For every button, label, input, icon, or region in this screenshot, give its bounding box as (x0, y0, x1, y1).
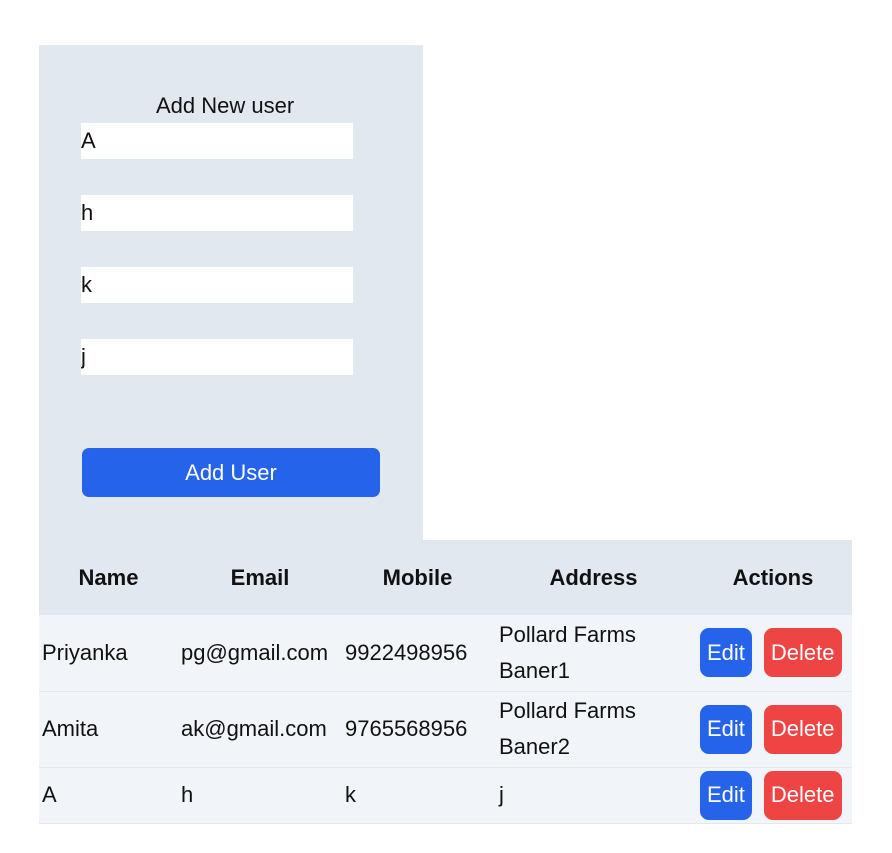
table-header: Name Email Mobile Address Actions (39, 540, 852, 615)
cell-email: pg@gmail.com (181, 639, 329, 665)
mobile-input[interactable] (81, 267, 353, 303)
table-row: Amita ak@gmail.com 9765568956 Pollard Fa… (39, 691, 852, 767)
name-input[interactable] (81, 123, 353, 159)
add-user-button[interactable]: Add User (82, 448, 380, 497)
cell-actions: Edit Delete (694, 767, 852, 823)
cell-name: Amita (42, 716, 99, 741)
cell-address: Pollard Farms Baner2 (499, 698, 636, 759)
cell-actions: Edit Delete (694, 691, 852, 767)
table-row: Priyanka pg@gmail.com 9922498956 Pollard… (39, 615, 852, 691)
address-input[interactable] (81, 339, 353, 375)
cell-email: ak@gmail.com (181, 716, 327, 741)
table-row: A h k j Edit Delete (39, 767, 852, 823)
delete-button[interactable]: Delete (763, 770, 842, 820)
header-name: Name (78, 564, 139, 590)
cell-mobile: 9922498956 (345, 639, 468, 665)
users-table: Name Email Mobile Address Actions Priyan… (39, 540, 852, 824)
cell-name: A (42, 782, 57, 807)
cell-mobile: 9765568956 (345, 716, 468, 741)
cell-actions: Edit Delete (694, 615, 852, 691)
cell-mobile: k (345, 782, 356, 807)
header-mobile: Mobile (382, 564, 453, 590)
delete-button[interactable]: Delete (763, 704, 842, 754)
delete-button[interactable]: Delete (763, 628, 842, 678)
header-address: Address (549, 564, 638, 590)
edit-button[interactable]: Edit (700, 628, 752, 678)
email-input[interactable] (81, 195, 353, 231)
edit-button[interactable]: Edit (700, 704, 752, 754)
form-title: Add New user (156, 93, 295, 118)
header-email: Email (230, 564, 290, 590)
cell-email: h (181, 782, 194, 807)
add-user-form: Add New user Add User (39, 45, 423, 540)
header-actions: Actions (732, 564, 814, 590)
cell-address: j (499, 782, 504, 807)
cell-name: Priyanka (42, 639, 128, 665)
edit-button[interactable]: Edit (700, 770, 752, 820)
cell-address: Pollard Farms Baner1 (499, 621, 636, 683)
